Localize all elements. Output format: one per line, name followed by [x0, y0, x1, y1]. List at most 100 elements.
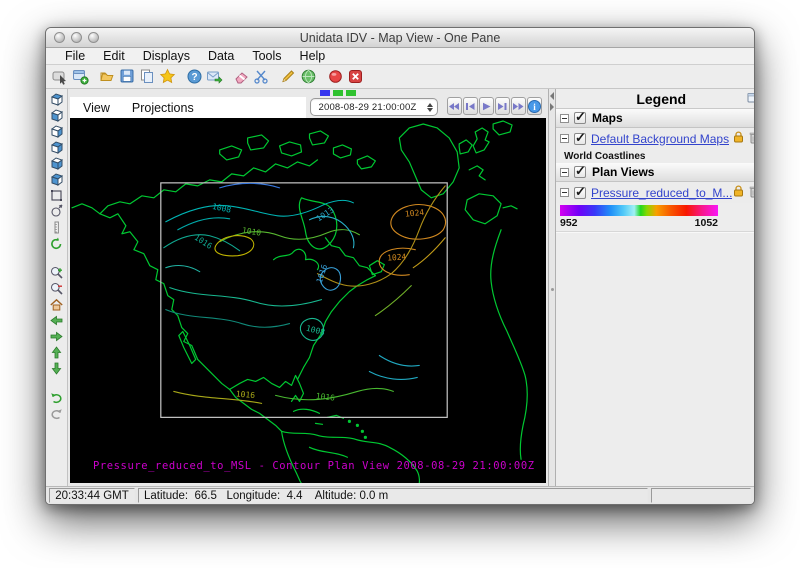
collapse-right-icon[interactable]	[550, 103, 554, 111]
plan-views-group-label: Plan Views	[590, 165, 654, 179]
plan-views-visibility-checkbox[interactable]	[574, 166, 586, 178]
colorbar-max-label: 1052	[695, 217, 718, 229]
map-canvas[interactable]: 1008101610101013102410241016100810161016…	[70, 118, 546, 483]
collapse-pressure-icon[interactable]	[560, 188, 569, 197]
menu-displays[interactable]: Displays	[134, 49, 199, 63]
collapse-left-icon[interactable]	[550, 92, 554, 100]
zoom-in-icon[interactable]	[48, 265, 65, 280]
step-forward-button[interactable]	[495, 97, 510, 115]
support-mail-icon[interactable]	[204, 67, 224, 87]
legend-header: Legend	[556, 89, 755, 109]
trash-icon[interactable]	[749, 131, 755, 147]
colorbar-block: 952 1052	[556, 203, 755, 232]
maps-visibility-checkbox[interactable]	[574, 112, 586, 124]
legend-splitter[interactable]	[548, 89, 556, 486]
close-window-button[interactable]	[54, 32, 65, 43]
open-bundle-icon[interactable]	[97, 67, 117, 87]
map-display-panel: View Projections 2008-08-29 21:00:00Z	[68, 89, 548, 486]
zoom-out-icon[interactable]	[48, 281, 65, 296]
view-toolbar	[46, 89, 68, 486]
desktop: Unidata IDV - Map View - One Pane File E…	[0, 0, 800, 568]
legend-panel: Legend Maps Default Background Maps	[556, 89, 755, 486]
view-bottom-cube-icon[interactable]	[48, 108, 65, 123]
copy-icon[interactable]	[137, 67, 157, 87]
pressure-visibility-checkbox[interactable]	[574, 187, 586, 199]
go-to-end-button[interactable]	[511, 97, 526, 115]
contour-label: 1024	[387, 252, 407, 262]
home-view-icon[interactable]	[48, 297, 65, 312]
collapse-plan-views-icon[interactable]	[560, 168, 569, 177]
cut-icon[interactable]	[251, 67, 271, 87]
float-legend-icon[interactable]	[747, 92, 755, 108]
menu-file[interactable]: File	[56, 49, 94, 63]
menu-bar: File Edit Displays Data Tools Help	[46, 48, 754, 65]
dashboard-icon[interactable]	[50, 67, 70, 87]
menu-view[interactable]: View	[83, 101, 122, 115]
zoom-window-button[interactable]	[88, 32, 99, 43]
lock-icon[interactable]	[732, 131, 745, 146]
close-view-icon[interactable]	[345, 67, 365, 87]
menu-edit[interactable]: Edit	[94, 49, 134, 63]
erase-displays-icon[interactable]	[231, 67, 251, 87]
edit-pencil-icon[interactable]	[278, 67, 298, 87]
cursor-position-readout: Latitude: 66.5 Longitude: 4.4 Altitude: …	[138, 488, 648, 503]
legend-title: Legend	[636, 91, 686, 107]
record-movie-icon[interactable]	[325, 67, 345, 87]
vertical-scale-icon[interactable]	[48, 220, 65, 235]
redo-icon[interactable]	[48, 406, 65, 421]
play-button[interactable]	[479, 97, 494, 115]
view-left-cube-icon[interactable]	[48, 124, 65, 139]
time-step-square[interactable]	[346, 90, 356, 96]
go-to-start-button[interactable]	[447, 97, 462, 115]
pan-right-icon[interactable]	[48, 329, 65, 344]
legend-group-plan-views: Plan Views	[556, 163, 755, 182]
collapse-background-maps-icon[interactable]	[560, 134, 569, 143]
minimize-window-button[interactable]	[71, 32, 82, 43]
pressure-colorbar[interactable]	[560, 205, 718, 216]
title-bar[interactable]: Unidata IDV - Map View - One Pane	[46, 28, 754, 48]
splitter-collapse-arrows[interactable]	[550, 92, 554, 111]
time-step-squares	[320, 90, 356, 96]
view-top-cube-icon[interactable]	[48, 92, 65, 107]
background-maps-checkbox[interactable]	[574, 133, 586, 145]
step-back-button[interactable]	[463, 97, 478, 115]
favorites-star-icon[interactable]	[157, 67, 177, 87]
animation-properties-button[interactable]: i	[527, 97, 542, 115]
menu-tools[interactable]: Tools	[243, 49, 290, 63]
time-step-square[interactable]	[333, 90, 343, 96]
new-window-icon[interactable]	[70, 67, 90, 87]
globe-icon[interactable]	[298, 67, 318, 87]
world-coastlines-label: World Coastlines	[564, 151, 646, 162]
splitter-grip[interactable]	[551, 288, 554, 291]
view-front-cube-icon[interactable]	[48, 156, 65, 171]
rotate-axes-icon[interactable]	[48, 204, 65, 219]
help-icon[interactable]: ?	[184, 67, 204, 87]
pan-left-icon[interactable]	[48, 313, 65, 328]
menu-projections[interactable]: Projections	[132, 101, 206, 115]
window-title: Unidata IDV - Map View - One Pane	[300, 31, 501, 45]
menu-data[interactable]: Data	[199, 49, 243, 63]
pressure-display-link[interactable]: Pressure_reduced_to_M...	[590, 186, 732, 200]
auto-rotate-icon[interactable]	[48, 236, 65, 251]
perspective-view-icon[interactable]	[48, 188, 65, 203]
view-back-cube-icon[interactable]	[48, 172, 65, 187]
pan-up-icon[interactable]	[48, 345, 65, 360]
collapse-maps-icon[interactable]	[560, 114, 569, 123]
legend-group-maps: Maps	[556, 109, 755, 128]
pan-down-icon[interactable]	[48, 361, 65, 376]
trash-icon[interactable]	[749, 185, 755, 201]
undo-icon[interactable]	[48, 390, 65, 405]
time-step-square[interactable]	[320, 90, 330, 96]
background-maps-link[interactable]: Default Background Maps	[590, 132, 729, 146]
svg-text:?: ?	[191, 72, 197, 83]
window-controls	[54, 32, 99, 43]
time-stepper[interactable]	[424, 100, 435, 114]
save-bundle-icon[interactable]	[117, 67, 137, 87]
message-cell	[651, 488, 751, 503]
time-selector[interactable]: 2008-08-29 21:00:00Z	[310, 98, 438, 116]
main-toolbar: ?	[46, 65, 754, 89]
view-right-cube-icon[interactable]	[48, 140, 65, 155]
lock-icon[interactable]	[732, 185, 745, 200]
colorbar-min-label: 952	[560, 217, 578, 229]
menu-help[interactable]: Help	[291, 49, 335, 63]
